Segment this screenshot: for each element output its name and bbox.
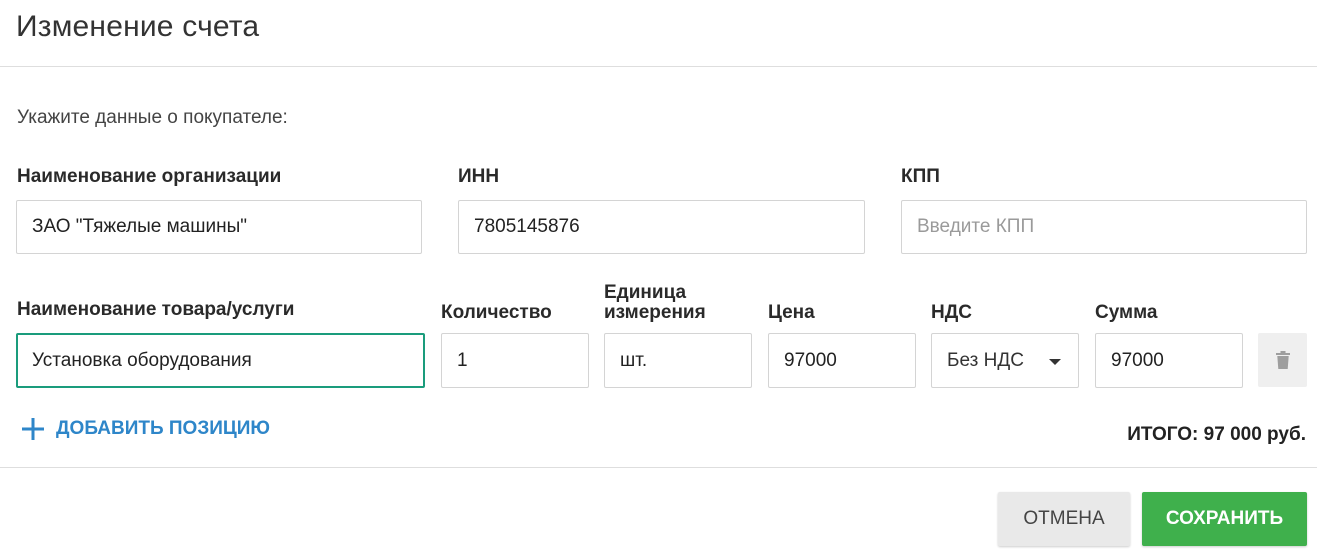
- invoice-total: ИТОГО: 97 000 руб.: [1127, 424, 1306, 445]
- unit-header-line1: Единица: [604, 282, 687, 303]
- vat-select-value: Без НДС: [947, 349, 1024, 371]
- quantity-input[interactable]: [441, 333, 589, 388]
- kpp-input[interactable]: [901, 200, 1307, 254]
- sum-input[interactable]: [1095, 333, 1243, 388]
- inn-input[interactable]: [458, 200, 865, 254]
- sum-header: Сумма: [1095, 302, 1158, 323]
- vat-select[interactable]: Без НДС: [931, 333, 1079, 388]
- inn-label: ИНН: [458, 166, 500, 187]
- item-name-header: Наименование товара/услуги: [17, 299, 295, 320]
- unit-input[interactable]: [604, 333, 752, 388]
- delete-item-button[interactable]: [1258, 333, 1307, 387]
- price-input[interactable]: [768, 333, 916, 388]
- dialog-title: Изменение счета: [16, 10, 260, 43]
- add-item-button[interactable]: ДОБАВИТЬ ПОЗИЦИЮ: [22, 418, 270, 440]
- quantity-header: Количество: [441, 302, 552, 323]
- edit-invoice-dialog: Изменение счета Укажите данные о покупат…: [0, 0, 1317, 550]
- add-item-label: ДОБАВИТЬ ПОЗИЦИЮ: [56, 418, 271, 439]
- header-divider: [0, 66, 1317, 67]
- footer-divider: [0, 467, 1317, 468]
- save-button[interactable]: СОХРАНИТЬ: [1142, 492, 1307, 546]
- chevron-down-icon: [1049, 359, 1061, 365]
- item-name-input[interactable]: [16, 333, 425, 388]
- cancel-button[interactable]: ОТМЕНА: [998, 492, 1130, 546]
- kpp-label: КПП: [901, 166, 940, 187]
- vat-header: НДС: [931, 302, 972, 323]
- org-name-input[interactable]: [16, 200, 422, 254]
- buyer-intro-text: Укажите данные о покупателе:: [17, 107, 288, 128]
- trash-icon: [1275, 351, 1290, 369]
- plus-icon: [22, 418, 44, 440]
- price-header: Цена: [768, 302, 815, 323]
- unit-header-line2: измерения: [604, 302, 706, 323]
- org-name-label: Наименование организации: [17, 166, 282, 187]
